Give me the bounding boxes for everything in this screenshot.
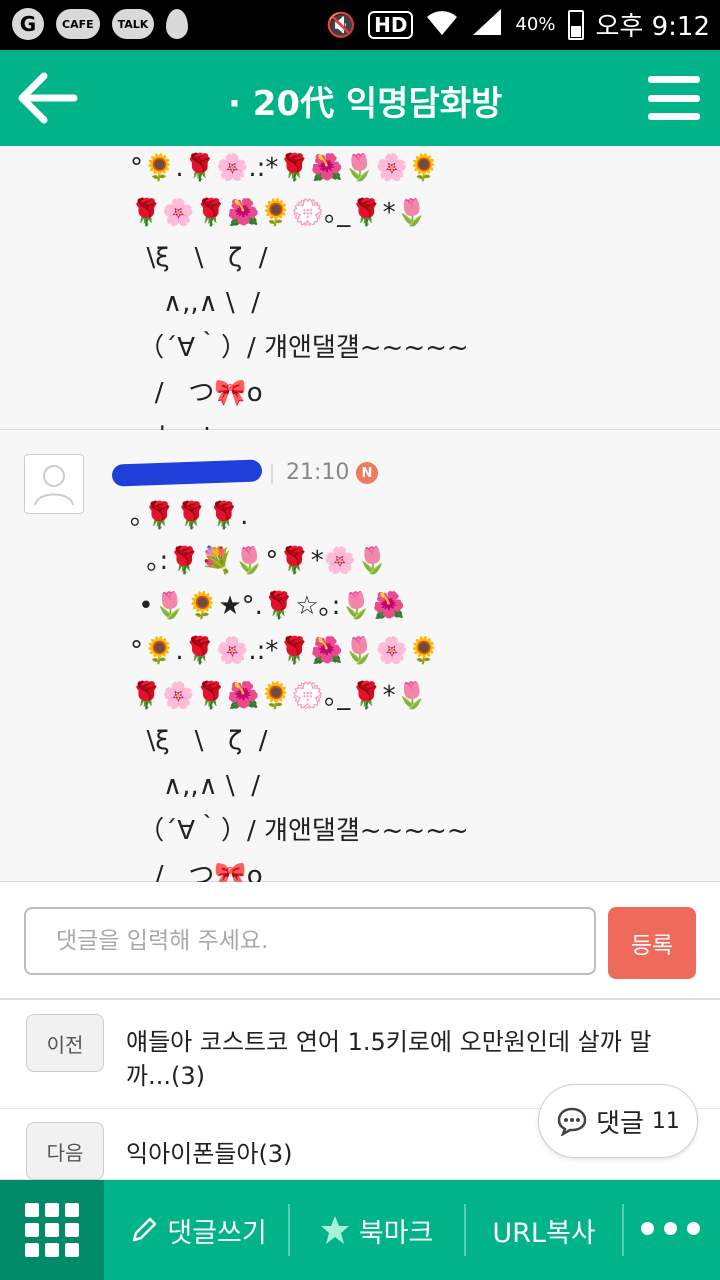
new-badge: N [356, 462, 378, 484]
comment-body: ｡🌹🌹🌹. ｡:🌹💐🌷°🌹*🌸🌷 •🌷🌻★°.🌹☆｡:🌷🌺 °🌻.🌹🌸.:*🌹🌺… [130, 501, 469, 936]
divider [464, 1204, 466, 1256]
avatar[interactable] [24, 454, 84, 514]
floating-comment-label: 댓글 [596, 1108, 644, 1139]
comment-input[interactable] [24, 907, 596, 975]
hamburger-icon-bar [648, 76, 700, 83]
user-icon [34, 465, 74, 506]
back-button[interactable] [18, 70, 78, 126]
g-app-icon: G [12, 8, 44, 40]
prev-post-title[interactable]: 얘들아 코스트코 연어 1.5키로에 오만원인데 살까 말까...(3) [126, 1025, 666, 1093]
bookmark-label: 북마크 [358, 1217, 434, 1249]
page-title: · 20代 익명담화방 [228, 84, 503, 124]
write-comment-button[interactable]: 댓글쓰기 [112, 1180, 284, 1280]
pencil-icon [133, 1217, 157, 1242]
prev-tag: 이전 [26, 1014, 104, 1072]
clock: 오후 9:12 [595, 12, 711, 42]
bottom-toolbar: 댓글쓰기 북마크 URL복사 [0, 1180, 720, 1280]
next-tag: 다음 [26, 1122, 104, 1180]
comment-item: °🌻.🌹🌸.:*🌹🌺🌷🌸🌻 🌹🌸🌹🌺🌻💮｡_🌹*🌷 \ξ \ ζ / ∧,,∧ … [0, 146, 720, 453]
hamburger-icon-bar [648, 113, 700, 120]
divider [271, 464, 273, 484]
grid-icon-cell [25, 1243, 39, 1257]
notification-icons: G CAFE TALK [12, 8, 189, 40]
status-bar: G CAFE TALK 🔇 HD 40% 오후 9:12 [0, 0, 720, 50]
arrow-left-icon [18, 72, 78, 124]
speech-bubble-icon [557, 1107, 587, 1136]
redaction-mark [111, 459, 263, 487]
copy-url-button[interactable]: URL복사 [468, 1180, 620, 1280]
more-dot-icon [641, 1222, 654, 1235]
more-options-button[interactable] [641, 1222, 700, 1235]
grid-icon-cell [45, 1203, 59, 1217]
hamburger-icon-bar [648, 94, 700, 102]
comment-count: 11 [651, 1108, 680, 1134]
drop-icon [166, 9, 189, 39]
talk-app-icon: TALK [111, 9, 155, 39]
grid-icon-cell [45, 1223, 59, 1237]
app-header: · 20代 익명담화방 [0, 50, 720, 146]
grid-icon-cell [45, 1243, 59, 1257]
grid-icon-cell [65, 1223, 79, 1237]
floating-comment-button[interactable]: 댓글 11 [538, 1084, 698, 1158]
battery-icon [567, 9, 584, 40]
divider [622, 1204, 624, 1256]
comment-input-row: 등록 [0, 882, 720, 1000]
star-icon [320, 1216, 349, 1244]
comment-time: 21:10 [286, 460, 350, 485]
submit-comment-button[interactable]: 등록 [608, 907, 696, 979]
mute-icon: 🔇 [326, 10, 357, 39]
bookmark-button[interactable]: 북마크 [292, 1180, 460, 1280]
more-dot-icon [687, 1222, 700, 1235]
grid-icon-cell [65, 1203, 79, 1217]
grid-icon-cell [25, 1223, 39, 1237]
more-dot-icon [664, 1222, 677, 1235]
cafe-app-icon: CAFE [56, 9, 100, 39]
grid-icon-cell [25, 1203, 39, 1217]
signal-icon [471, 7, 503, 43]
system-status: 🔇 HD 40% 오후 9:12 [326, 6, 710, 43]
comment-body: °🌻.🌹🌸.:*🌹🌺🌷🌸🌻 🌹🌸🌹🌺🌻💮｡_🌹*🌷 \ξ \ ζ / ∧,,∧ … [130, 153, 469, 453]
divider [288, 1204, 290, 1256]
comment-author[interactable] [104, 452, 264, 492]
copy-url-label: URL복사 [492, 1217, 596, 1249]
menu-button[interactable] [648, 76, 700, 120]
comment-item: 21:10 N ｡🌹🌹🌹. ｡:🌹💐🌷°🌹*🌸🌷 •🌷🌻★°.🌹☆｡:🌷🌺 °🌻… [0, 430, 720, 936]
write-comment-label: 댓글쓰기 [167, 1217, 267, 1249]
apps-grid-button[interactable] [0, 1180, 104, 1280]
comment-list[interactable]: °🌻.🌹🌸.:*🌹🌺🌷🌸🌻 🌹🌸🌹🌺🌻💮｡_🌹*🌷 \ξ \ ζ / ∧,,∧ … [0, 146, 720, 1180]
wifi-icon [425, 7, 459, 43]
grid-icon-cell [65, 1243, 79, 1257]
hd-icon: HD [368, 10, 414, 39]
battery-percent: 40% [515, 14, 556, 35]
